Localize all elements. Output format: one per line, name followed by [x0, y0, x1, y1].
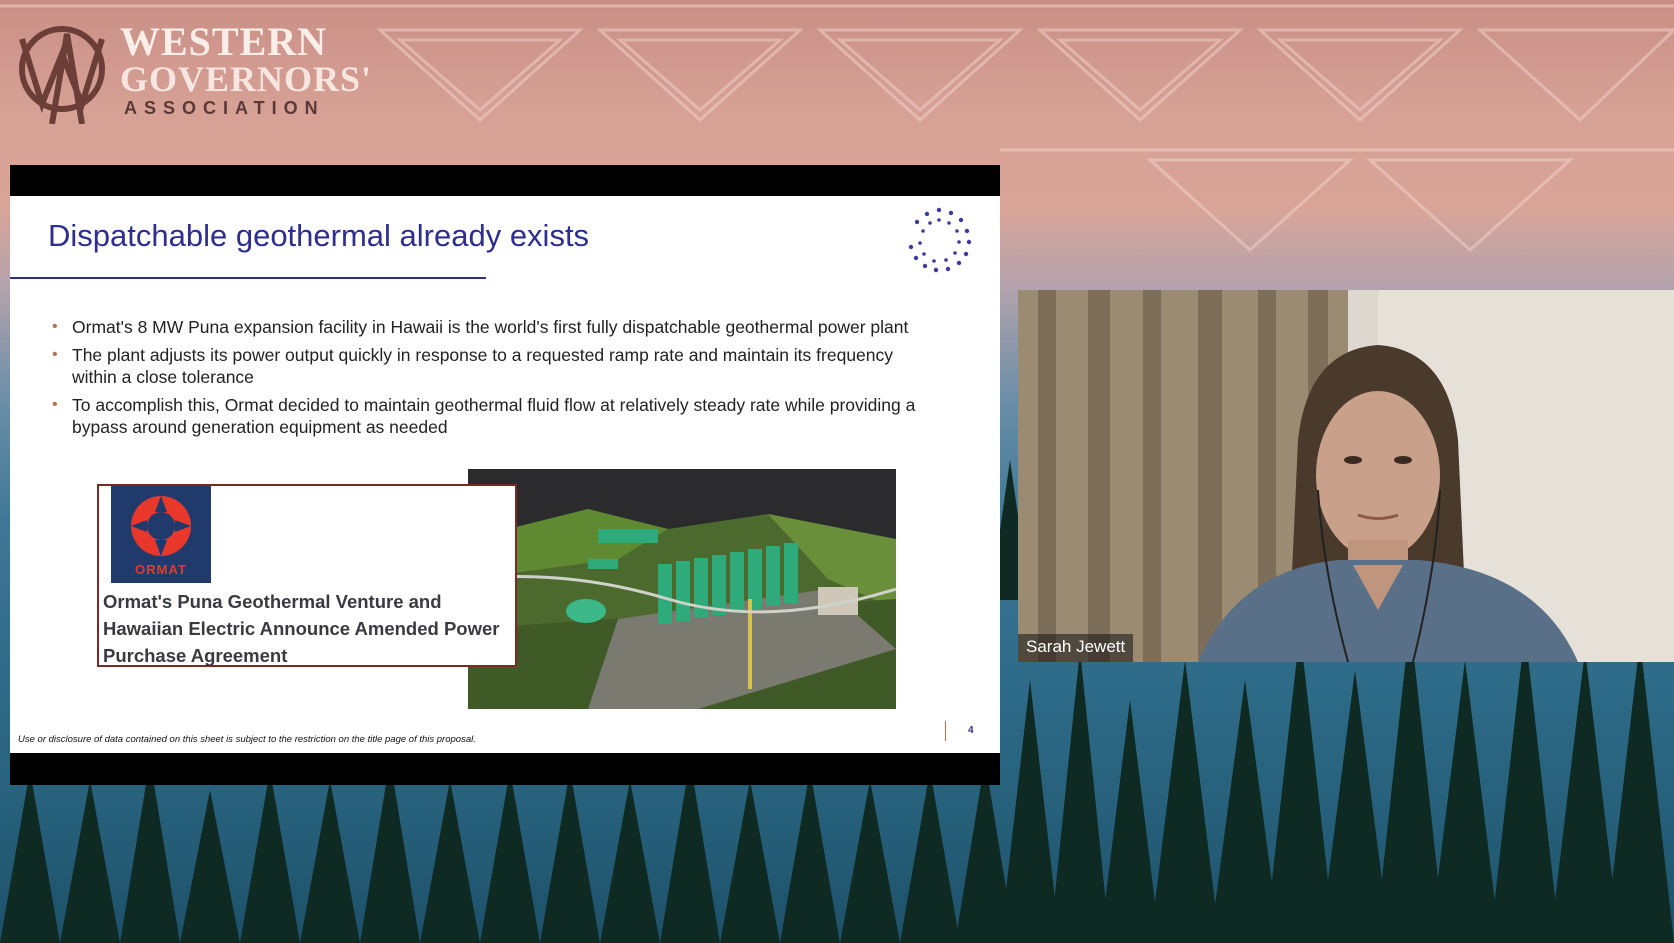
wga-monogram-icon: [19, 26, 105, 124]
logo-text-association: ASSOCIATION: [124, 98, 325, 118]
logo-text-governors: GOVERNORS': [120, 59, 373, 99]
wga-logo: WESTERN GOVERNORS' ASSOCIATION: [12, 8, 372, 126]
list-item: • To accomplish this, Ormat decided to m…: [50, 394, 930, 438]
presentation-slide: Dispatchable geothermal already exists •…: [10, 196, 1000, 753]
list-item: • The plant adjusts its power output qui…: [50, 344, 930, 388]
participant-video-feed: [1018, 290, 1674, 662]
bullet-text: To accomplish this, Ormat decided to mai…: [72, 395, 916, 437]
news-headline-text: Ormat's Puna Geothermal Venture and Hawa…: [103, 591, 500, 666]
ormat-wordmark: ORMAT: [135, 562, 187, 577]
news-headline-card: ORMAT Ormat's Puna Geothermal Venture an…: [97, 484, 517, 667]
page-number-divider: [945, 721, 946, 741]
bullet-marker: •: [52, 318, 58, 335]
bullet-list: • Ormat's 8 MW Puna expansion facility i…: [50, 316, 930, 444]
bullet-marker: •: [52, 346, 58, 363]
bullet-text: Ormat's 8 MW Puna expansion facility in …: [72, 317, 909, 337]
list-item: • Ormat's 8 MW Puna expansion facility i…: [50, 316, 930, 338]
corner-dots-logo-icon: [908, 207, 972, 273]
slide-title: Dispatchable geothermal already exists: [48, 218, 590, 253]
geothermal-plant-aerial-photo: [468, 469, 896, 709]
participant-name-label: Sarah Jewett: [1018, 634, 1134, 662]
participant-video-tile[interactable]: [1018, 290, 1674, 662]
bullet-marker: •: [52, 396, 58, 413]
ormat-ring-icon: [131, 496, 191, 556]
title-underline: [10, 277, 486, 279]
ormat-logo: ORMAT: [111, 486, 211, 583]
slide-page-number: 4: [968, 725, 974, 736]
bullet-text: The plant adjusts its power output quick…: [72, 345, 894, 387]
slide-disclaimer: Use or disclosure of data contained on t…: [18, 734, 476, 745]
